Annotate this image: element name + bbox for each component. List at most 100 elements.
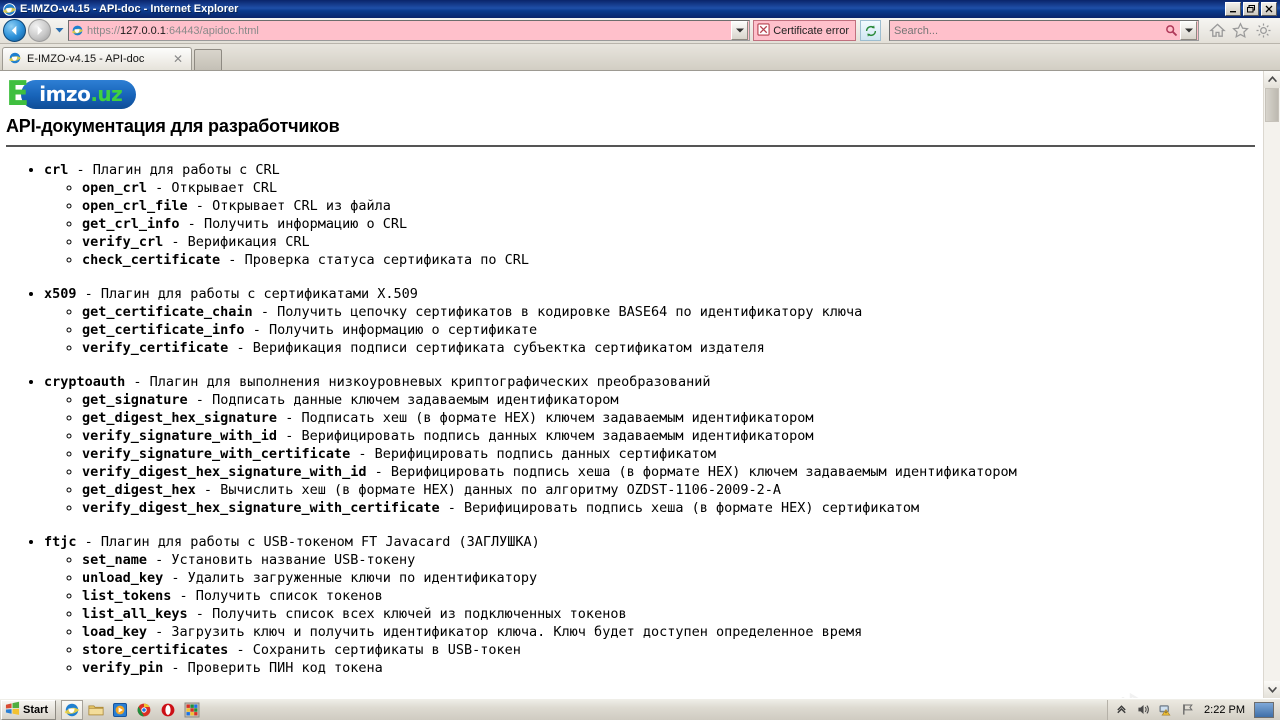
scroll-up-button[interactable] xyxy=(1264,71,1280,88)
close-button[interactable] xyxy=(1261,2,1277,16)
search-input[interactable] xyxy=(890,23,1162,38)
method-name: open_crl xyxy=(82,180,148,196)
method-dash: - xyxy=(350,446,375,462)
plugin-method: get_signature - Подписать данные ключем … xyxy=(82,391,1263,409)
method-dash: - xyxy=(439,500,465,516)
site-logo: E imzo .uz xyxy=(0,71,1263,114)
tab-label: E-IMZO-v4.15 - API-doc xyxy=(27,53,145,65)
method-description: Получить список токенов xyxy=(195,588,383,604)
method-name: verify_pin xyxy=(82,660,164,676)
plugin-method: verify_digest_hex_signature_with_id - Ве… xyxy=(82,463,1263,481)
method-description: Проверить ПИН код токена xyxy=(187,660,383,676)
method-name: verify_digest_hex_signature_with_id xyxy=(82,464,367,480)
certificate-error-icon xyxy=(757,22,770,39)
clock[interactable]: 2:22 PM xyxy=(1202,704,1247,716)
home-icon[interactable] xyxy=(1208,22,1226,40)
start-button[interactable]: Start xyxy=(1,699,57,720)
method-description: Открывает CRL из файла xyxy=(212,198,391,214)
search-icon[interactable] xyxy=(1162,24,1180,37)
plugin-method: load_key - Загрузить ключ и получить иде… xyxy=(82,623,1263,641)
plugin-method: list_tokens - Получить список токенов xyxy=(82,587,1263,605)
new-tab-button[interactable] xyxy=(194,49,222,70)
address-bar-text[interactable]: https://127.0.0.1:64443/apidoc.html xyxy=(86,25,731,37)
scrollbar-track[interactable] xyxy=(1264,88,1280,681)
plugin-section: x509 - Плагин для работы с сертификатами… xyxy=(44,285,1263,357)
refresh-icon[interactable] xyxy=(860,20,881,41)
method-dash: - xyxy=(171,588,196,604)
method-description: Верифицировать подпись хеша (в формате H… xyxy=(464,500,920,516)
method-dash: - xyxy=(187,198,213,214)
tab-close-icon[interactable]: ✕ xyxy=(169,53,187,65)
method-dash: - xyxy=(179,216,204,232)
logo-uz-text: .uz xyxy=(90,82,123,106)
gear-icon[interactable] xyxy=(1254,22,1272,40)
method-description: Открывает CRL xyxy=(171,180,278,196)
vertical-scrollbar[interactable] xyxy=(1263,71,1280,698)
show-desktop-button[interactable] xyxy=(1254,701,1274,718)
logo-e-letter: E xyxy=(6,74,29,114)
method-name: list_all_keys xyxy=(82,606,188,622)
plugin-method: unload_key - Удалить загруженные ключи п… xyxy=(82,569,1263,587)
method-description: Верифицировать подпись данных сертификат… xyxy=(374,446,716,462)
method-description: Вычислить хеш (в формате HEX) данных по … xyxy=(220,482,781,498)
address-bar[interactable]: https://127.0.0.1:64443/apidoc.html xyxy=(68,20,751,41)
scrollbar-thumb[interactable] xyxy=(1265,88,1279,122)
plugin-method: verify_crl - Верификация CRL xyxy=(82,233,1263,251)
plugin-list: crl - Плагин для работы с CRLopen_crl - … xyxy=(0,161,1263,677)
star-icon[interactable] xyxy=(1231,22,1249,40)
taskbar: Start 2:22 PM xyxy=(0,698,1280,720)
search-provider-dropdown[interactable] xyxy=(1180,21,1197,40)
plugin-dash: - xyxy=(125,374,150,390)
show-hidden-icons-icon[interactable] xyxy=(1114,702,1129,717)
method-dash: - xyxy=(277,428,302,444)
start-label: Start xyxy=(23,703,49,716)
method-name: get_crl_info xyxy=(82,216,180,232)
method-description: Верифицировать подпись данных ключем зад… xyxy=(301,428,814,444)
plugin-method: get_certificate_chain - Получить цепочку… xyxy=(82,303,1263,321)
media-player-icon[interactable] xyxy=(109,700,131,720)
method-dash: - xyxy=(244,322,269,338)
plugin-method: verify_digest_hex_signature_with_certifi… xyxy=(82,499,1263,517)
chevron-down-icon[interactable] xyxy=(53,21,66,41)
plugin-method: list_all_keys - Получить список всех клю… xyxy=(82,605,1263,623)
tab-favicon-icon xyxy=(8,51,22,68)
method-name: get_digest_hex xyxy=(82,482,196,498)
plugin-method: get_certificate_info - Получить информац… xyxy=(82,321,1263,339)
method-description: Подписать данные ключем задаваемым идент… xyxy=(212,392,619,408)
plugin-method: verify_certificate - Верификация подписи… xyxy=(82,339,1263,357)
tab-api-doc[interactable]: E-IMZO-v4.15 - API-doc ✕ xyxy=(2,47,192,70)
minimize-button[interactable] xyxy=(1225,2,1241,16)
method-dash: - xyxy=(220,252,245,268)
flag-action-center-icon[interactable] xyxy=(1180,702,1195,717)
method-dash: - xyxy=(163,660,188,676)
url-host: 127.0.0.1 xyxy=(120,24,166,37)
plugin-method: set_name - Установить название USB-токен… xyxy=(82,551,1263,569)
method-dash: - xyxy=(228,340,253,356)
scroll-down-button[interactable] xyxy=(1264,681,1280,698)
plugin-section: cryptoauth - Плагин для выполнения низко… xyxy=(44,373,1263,517)
method-description: Получить цепочку сертификатов в кодировк… xyxy=(277,304,863,320)
plugin-description: Плагин для выполнения низкоуровневых кри… xyxy=(149,374,711,390)
method-dash: - xyxy=(163,234,188,250)
plugin-name: ftjc xyxy=(44,534,77,550)
app-tile-icon[interactable] xyxy=(181,700,203,720)
opera-icon[interactable] xyxy=(157,700,179,720)
internet-explorer-icon[interactable] xyxy=(61,699,84,720)
network-warning-icon[interactable] xyxy=(1158,702,1173,717)
windows-flag-icon xyxy=(5,701,20,719)
forward-arrow-icon[interactable] xyxy=(28,19,51,42)
window-controls xyxy=(1225,2,1279,16)
volume-icon[interactable] xyxy=(1136,702,1151,717)
method-name: get_certificate_info xyxy=(82,322,245,338)
back-arrow-icon[interactable] xyxy=(3,19,26,42)
file-explorer-icon[interactable] xyxy=(85,700,107,720)
chrome-icon[interactable] xyxy=(133,700,155,720)
method-name: get_certificate_chain xyxy=(82,304,253,320)
certificate-error-badge[interactable]: Certificate error xyxy=(753,20,856,41)
url-path: :64443/apidoc.html xyxy=(165,24,259,37)
method-name: verify_crl xyxy=(82,234,164,250)
address-dropdown-button[interactable] xyxy=(731,21,749,40)
restore-button[interactable] xyxy=(1243,2,1259,16)
search-box[interactable] xyxy=(889,20,1199,41)
method-name: open_crl_file xyxy=(82,198,188,214)
